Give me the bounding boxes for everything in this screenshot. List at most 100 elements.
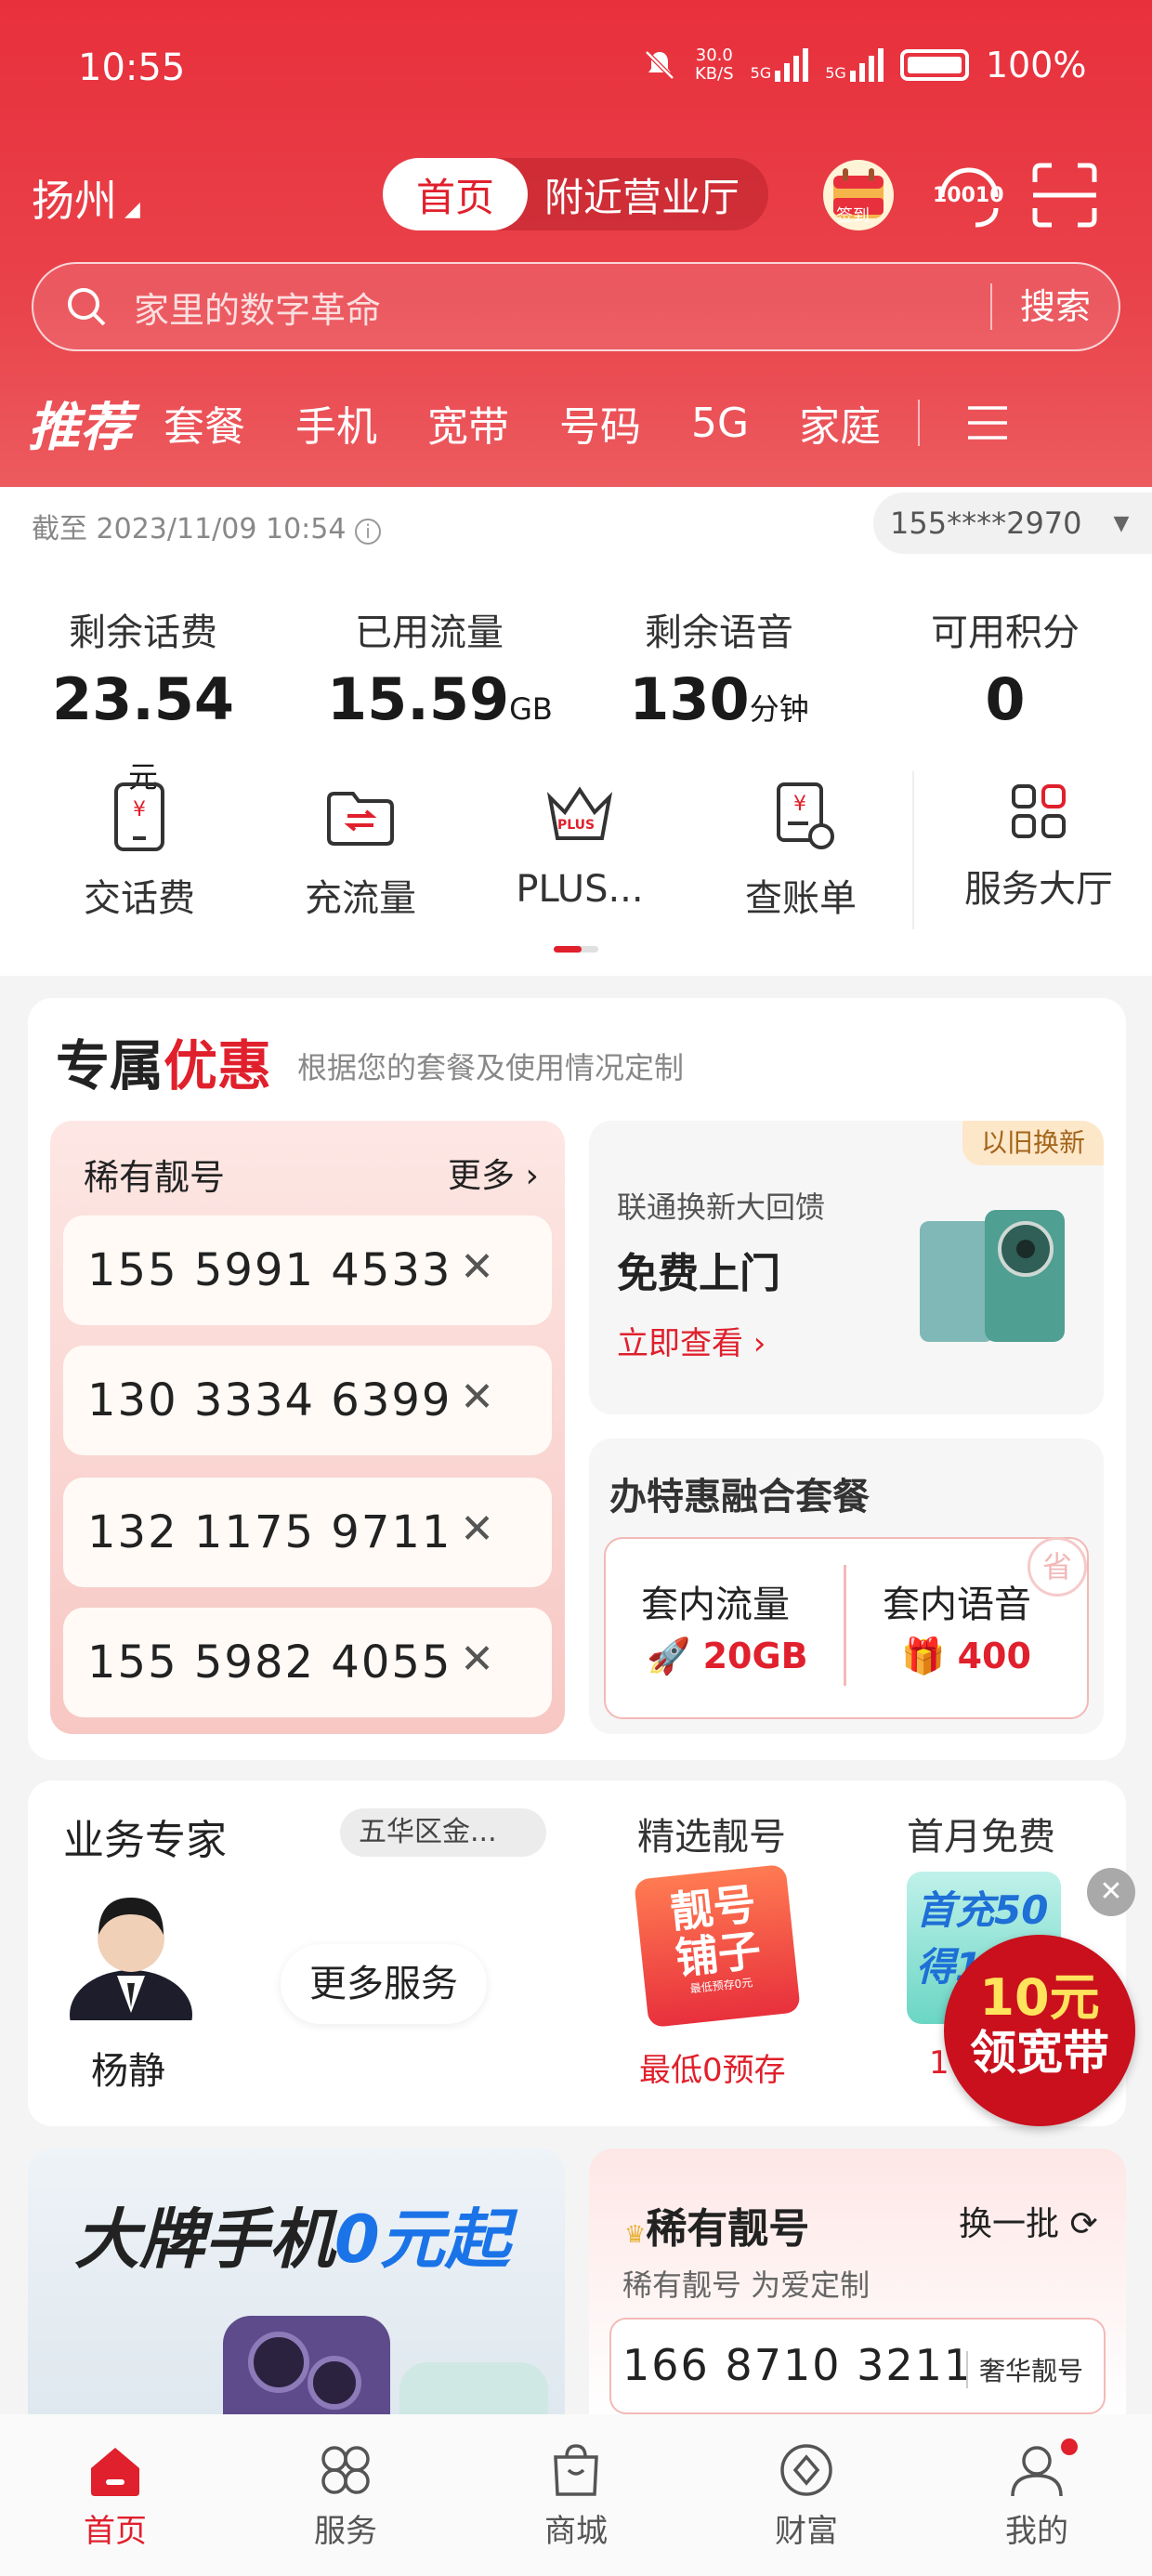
signal-2: 5G [825, 48, 884, 82]
number-card[interactable]: 132 1175 9711 ✕ [63, 1478, 552, 1587]
exclusive-title: 专属优惠 [56, 1034, 272, 1097]
number-card[interactable]: 155 5991 4533 ✕ [63, 1216, 552, 1325]
checkin-label: 签到 [836, 206, 870, 226]
trade-in-tag: 以旧换新 [962, 1121, 1104, 1165]
stat-points[interactable]: 可用积分 0 [903, 602, 1107, 733]
promo-first-month-title: 首月免费 [907, 1816, 1055, 1859]
bundle-voice-label: 套内语音 [883, 1584, 1031, 1626]
toggle-home[interactable]: 首页 [383, 158, 528, 230]
svg-text:¥: ¥ [793, 793, 806, 816]
plus-badge: PLUS [557, 818, 596, 833]
rare-numbers-title: 稀有靓号 [84, 1157, 226, 1198]
action-top-up-data[interactable]: 充流量 [268, 779, 453, 922]
phone-selector[interactable]: 155****2970 ▼ [873, 493, 1152, 554]
exclusive-subtitle: 根据您的套餐及使用情况定制 [297, 1050, 685, 1085]
rare-number-value: 166 8710 3211 [622, 2340, 974, 2390]
trade-in-subtitle: 联通换新大回馈 [617, 1189, 826, 1225]
action-plus[interactable]: PLUS PLUS... [487, 779, 673, 911]
rare-number-tag: 奢华靓号 [966, 2351, 1083, 2388]
bottom-tab-bar: 首页 服务 商城 财富 我的 [0, 2414, 1152, 2576]
grid-icon [1012, 784, 1066, 838]
broadband-float-badge[interactable]: 10元 领宽带 [944, 1935, 1135, 2126]
refresh-button[interactable]: 换一批 ⟳ [959, 2197, 1098, 2245]
hotline-label: 10010 [933, 184, 1004, 207]
city-selector[interactable]: 扬州 ◢ [32, 167, 140, 229]
battery-level: 100% [985, 45, 1087, 85]
nav-item[interactable]: 5G [691, 400, 749, 447]
menu-icon[interactable] [966, 404, 1009, 441]
nav-item[interactable]: 家庭 [799, 393, 881, 453]
services-icon [321, 2446, 370, 2494]
nav-item[interactable]: 宽带 [427, 393, 509, 453]
bundle-voice-value: 🎁 400 [901, 1636, 1031, 1676]
search-icon [68, 288, 106, 326]
nav-recommend[interactable]: 推荐 [28, 386, 132, 461]
trade-in-link[interactable]: 立即查看 › [617, 1318, 766, 1363]
promo-pretty-number-image[interactable]: 靓号 铺子 最低预存0元 [634, 1863, 801, 2029]
scan-icon [1032, 163, 1097, 228]
bundle-flow-value: 🚀 20GB [647, 1636, 808, 1676]
phone-banner[interactable]: 大牌手机0元起 [28, 2149, 565, 2418]
wealth-icon [780, 2444, 832, 2496]
stat-balance[interactable]: 剩余话费 23.54元 [41, 602, 245, 801]
update-time: 截至 2023/11/09 10:54 i [32, 506, 381, 546]
checkin-button[interactable]: 签到 [823, 160, 894, 230]
action-check-bill[interactable]: ¥ 查账单 [708, 779, 894, 922]
promo-pretty-number-sub: 最低0预存 [639, 2052, 786, 2089]
close-icon: ✕ [460, 1243, 496, 1291]
promo-pretty-number-title: 精选靓号 [637, 1816, 786, 1859]
close-icon: ✕ [460, 1505, 496, 1553]
rare-more-link[interactable]: 更多 › [448, 1149, 539, 1197]
number-card[interactable]: 130 3334 6399 ✕ [63, 1346, 552, 1455]
close-float-icon[interactable]: ✕ [1087, 1868, 1135, 1916]
gift-icon: 🎁 [901, 1636, 946, 1676]
toggle-nearby[interactable]: 附近营业厅 [544, 166, 740, 223]
crown-icon [546, 786, 613, 840]
actions-divider [912, 771, 914, 929]
user-icon [1011, 2446, 1063, 2497]
home-nearby-toggle[interactable]: 首页 附近营业厅 [383, 158, 768, 230]
action-pay-bill[interactable]: ¥ 交话费 [46, 779, 232, 922]
more-services-button[interactable]: 更多服务 [281, 1944, 487, 2024]
scan-button[interactable] [1029, 160, 1100, 230]
trade-in-title: 免费上门 [617, 1250, 780, 1297]
rocket-icon: 🚀 [647, 1636, 691, 1676]
battery-icon [899, 49, 969, 81]
tab-mine[interactable]: 我的 [972, 2438, 1102, 2551]
bill-icon: ¥ [777, 782, 834, 849]
stat-data-used[interactable]: 已用流量 15.59GB [327, 602, 553, 733]
search-button[interactable]: 搜索 [989, 283, 1119, 330]
crown-small-icon: ♛ [624, 2221, 647, 2249]
rare-card-subtitle: 稀有靓号 为爱定制 [622, 2267, 871, 2303]
close-icon: ✕ [460, 1636, 496, 1683]
tab-wealth[interactable]: 财富 [741, 2442, 871, 2551]
tab-mall[interactable]: 商城 [511, 2442, 641, 2551]
nav-item[interactable]: 套餐 [164, 393, 245, 453]
hotline-button[interactable]: 10010 [929, 156, 1009, 236]
home-icon [91, 2448, 139, 2496]
expert-avatar[interactable] [65, 1883, 197, 2020]
tab-home[interactable]: 首页 [50, 2442, 180, 2551]
category-nav: 推荐 套餐 手机 宽带 号码 5G 家庭 [28, 381, 1124, 465]
nav-divider [918, 400, 921, 446]
search-bar[interactable]: 家里的数字革命 搜索 [32, 262, 1120, 351]
shopping-bag-icon [554, 2444, 598, 2496]
bundle-title: 办特惠融合套餐 [609, 1476, 870, 1518]
bundle-details [604, 1537, 1089, 1719]
search-input[interactable]: 家里的数字革命 [134, 282, 990, 333]
location-pill[interactable]: 五华区金... [340, 1808, 546, 1857]
bundle-flow-label: 套内流量 [641, 1584, 790, 1626]
number-card[interactable]: 155 5982 4055 ✕ [63, 1608, 552, 1717]
nav-item[interactable]: 号码 [559, 393, 641, 453]
net-speed: 30.0 KB/S [695, 46, 734, 84]
dropdown-icon: ▼ [1113, 511, 1130, 535]
mute-bell-icon [645, 50, 674, 80]
phone-product-image [223, 2316, 548, 2418]
phones-image [920, 1210, 1065, 1342]
nav-item[interactable]: 手机 [295, 393, 377, 453]
action-service-hall[interactable]: 服务大厅 [946, 779, 1132, 913]
info-icon: i [354, 519, 381, 545]
tab-services[interactable]: 服务 [281, 2442, 411, 2551]
rare-card-title: ♛稀有靓号 [624, 2205, 810, 2253]
stat-voice[interactable]: 剩余语音 130分钟 [617, 602, 821, 733]
